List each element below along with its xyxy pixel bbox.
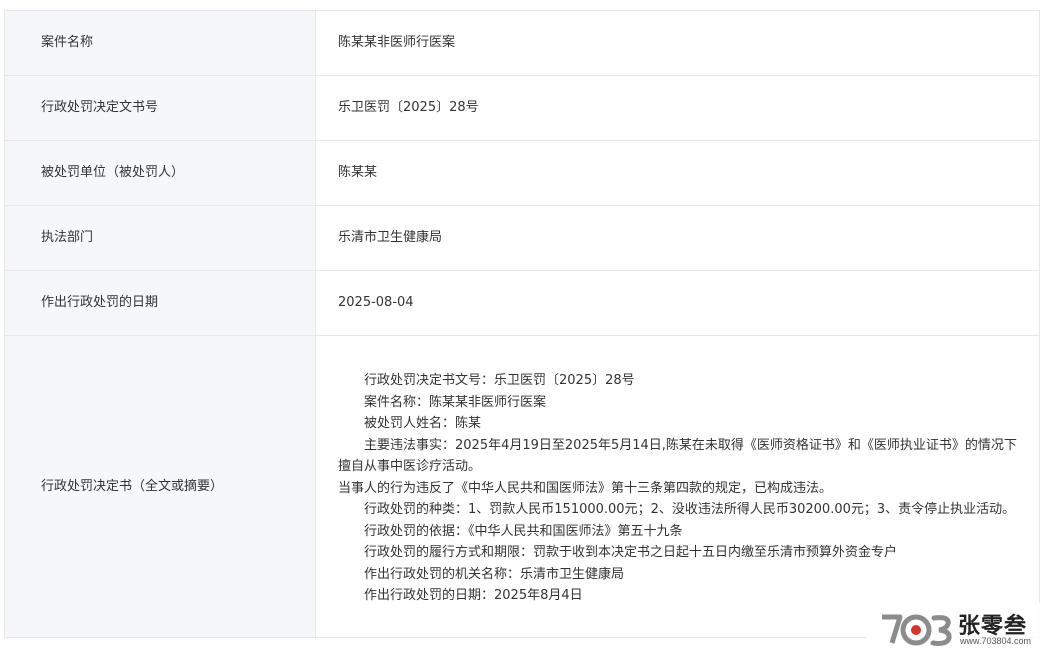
- row-label-enforcement-dept: 执法部门: [4, 205, 316, 271]
- row-value-penalized-party: 陈某某: [315, 140, 1040, 206]
- decision-full-text: 行政处罚决定书文号：乐卫医罚〔2025〕28号 案件名称：陈某某非医师行医案 被…: [338, 358, 1017, 615]
- watermark-logo: 张零叁 www.703804.com: [866, 603, 1046, 655]
- decision-paragraph: 案件名称：陈某某非医师行医案: [364, 394, 547, 410]
- table-row: 行政处罚决定文书号 乐卫医罚〔2025〕28号: [4, 75, 1040, 141]
- row-label-penalized-party: 被处罚单位（被处罚人）: [4, 140, 316, 206]
- row-value-document-number: 乐卫医罚〔2025〕28号: [315, 75, 1040, 141]
- row-label-case-name: 案件名称: [4, 10, 316, 76]
- logo-url: www.703804.com: [960, 636, 1032, 646]
- table-row: 执法部门 乐清市卫生健康局: [4, 205, 1040, 271]
- row-value-case-name: 陈某某非医师行医案: [315, 10, 1040, 76]
- decision-paragraph: 行政处罚的种类：1、罚款人民币151000.00元；2、没收违法所得人民币302…: [364, 502, 1016, 518]
- table-row: 案件名称 陈某某非医师行医案: [4, 10, 1040, 76]
- decision-paragraph: 作出行政处罚的机关名称：乐清市卫生健康局: [364, 566, 625, 582]
- table-row: 被处罚单位（被处罚人） 陈某某: [4, 140, 1040, 206]
- row-value-full-decision: 行政处罚决定书文号：乐卫医罚〔2025〕28号 案件名称：陈某某非医师行医案 被…: [315, 335, 1040, 638]
- row-label-document-number: 行政处罚决定文书号: [4, 75, 316, 141]
- row-value-decision-date: 2025-08-04: [315, 270, 1040, 336]
- row-label-full-decision: 行政处罚决定书（全文或摘要）: [4, 335, 316, 638]
- logo-703-mark-icon: [882, 614, 952, 646]
- decision-paragraph: 行政处罚的依据：《中华人民共和国医师法》第五十九条: [364, 523, 683, 539]
- penalty-info-table: 案件名称 陈某某非医师行医案 行政处罚决定文书号 乐卫医罚〔2025〕28号 被…: [4, 10, 1040, 638]
- decision-paragraph: 被处罚人姓名：陈某: [364, 416, 482, 432]
- row-value-enforcement-dept: 乐清市卫生健康局: [315, 205, 1040, 271]
- table-row: 作出行政处罚的日期 2025-08-04: [4, 270, 1040, 336]
- decision-paragraph: 行政处罚决定书文号：乐卫医罚〔2025〕28号: [364, 373, 635, 389]
- decision-paragraph: 主要违法事实：2025年4月19日至2025年5月14日,陈某在未取得《医师资格…: [338, 437, 1017, 475]
- decision-paragraph: 当事人的行为违反了《中华人民共和国医师法》第十三条第四款的规定，已构成违法。: [338, 480, 833, 496]
- table-row: 行政处罚决定书（全文或摘要） 行政处罚决定书文号：乐卫医罚〔2025〕28号 案…: [4, 335, 1040, 638]
- row-label-decision-date: 作出行政处罚的日期: [4, 270, 316, 336]
- decision-paragraph: 行政处罚的履行方式和期限：罚款于收到本决定书之日起十五日内缴至乐清市预算外资金专…: [364, 545, 898, 561]
